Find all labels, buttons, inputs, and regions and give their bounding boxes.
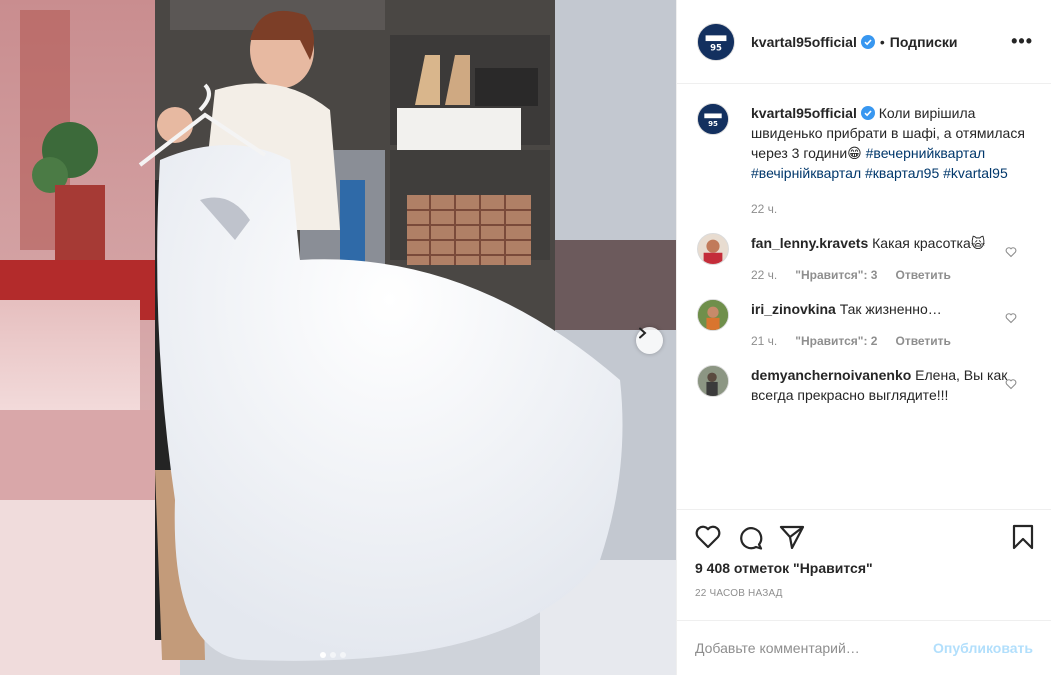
following-button[interactable]: Подписки xyxy=(890,34,958,50)
commenter-avatar[interactable] xyxy=(697,233,729,265)
verified-badge-icon xyxy=(860,34,875,49)
account-avatar[interactable]: 95 xyxy=(697,22,735,61)
like-comment-heart-icon[interactable] xyxy=(1005,377,1017,393)
carousel-dot xyxy=(330,652,336,658)
likes-count[interactable]: 9 408 отметок "Нравится" xyxy=(677,560,1051,576)
separator-dot: • xyxy=(879,33,885,50)
carousel-dot xyxy=(320,652,326,658)
comment-likes[interactable]: "Нравится": 3 xyxy=(795,265,877,285)
verified-badge-icon xyxy=(860,106,875,120)
post-actions: 9 408 отметок "Нравится" 22 часов назад xyxy=(677,509,1051,625)
kvartal95-logo-icon: 95 xyxy=(698,104,728,134)
chevron-right-icon xyxy=(639,327,647,339)
photo-illustration xyxy=(0,0,676,675)
comment-text: Какая красотка🙀 xyxy=(872,235,986,251)
post-photo[interactable] xyxy=(0,0,676,675)
comment-input[interactable] xyxy=(695,640,934,656)
share-paper-plane-icon[interactable] xyxy=(779,525,805,549)
carousel-dot xyxy=(340,652,346,658)
post-caption: 95 kvartal95official Коли вирішила швиде… xyxy=(697,103,1035,219)
caption-time[interactable]: 22 ч. xyxy=(751,199,777,219)
caption-username[interactable]: kvartal95official xyxy=(751,105,857,121)
reply-button[interactable]: Ответить xyxy=(895,331,950,351)
like-comment-heart-icon[interactable] xyxy=(1005,245,1017,261)
svg-text:95: 95 xyxy=(708,119,718,128)
like-comment-heart-icon[interactable] xyxy=(1005,311,1017,327)
comment-item: demyanchernoivanenko Елена, Вы как всегд… xyxy=(697,365,1035,405)
caption-avatar[interactable]: 95 xyxy=(697,103,729,135)
publish-button[interactable]: Опубликовать xyxy=(933,640,1033,656)
comments-list[interactable]: 95 kvartal95official Коли вирішила швиде… xyxy=(677,85,1051,509)
comment-username[interactable]: fan_lenny.kravets xyxy=(751,235,868,251)
commenter-avatar[interactable] xyxy=(697,299,729,331)
post-side-panel: 95 kvartal95official • Подписки ••• 95 k… xyxy=(676,0,1051,675)
commenter-avatar[interactable] xyxy=(697,365,729,397)
like-heart-icon[interactable] xyxy=(695,525,721,549)
carousel-indicator xyxy=(320,652,346,658)
comment-likes[interactable]: "Нравится": 2 xyxy=(795,331,877,351)
comment-text: Так жизненно… xyxy=(839,301,942,317)
comment-item: fan_lenny.kravets Какая красотка🙀 22 ч. … xyxy=(697,233,1035,285)
add-comment-bar: Опубликовать xyxy=(677,620,1051,675)
comment-time[interactable]: 21 ч. xyxy=(751,331,777,351)
comment-item: iri_zinovkina Так жизненно… 21 ч. "Нрави… xyxy=(697,299,1035,351)
more-options-icon[interactable]: ••• xyxy=(1011,31,1033,52)
comment-username[interactable]: iri_zinovkina xyxy=(751,301,836,317)
kvartal95-logo-icon: 95 xyxy=(698,23,734,60)
post-header: 95 kvartal95official • Подписки ••• xyxy=(677,0,1051,84)
bookmark-icon[interactable] xyxy=(1011,524,1035,550)
comment-time[interactable]: 22 ч. xyxy=(751,265,777,285)
next-photo-button[interactable] xyxy=(636,327,663,354)
comment-bubble-icon[interactable] xyxy=(737,524,763,550)
header-username[interactable]: kvartal95official xyxy=(751,34,857,50)
posted-time[interactable]: 22 часов назад xyxy=(677,588,1051,599)
comment-username[interactable]: demyanchernoivanenko xyxy=(751,367,911,383)
reply-button[interactable]: Ответить xyxy=(895,265,950,285)
svg-text:95: 95 xyxy=(710,43,722,53)
